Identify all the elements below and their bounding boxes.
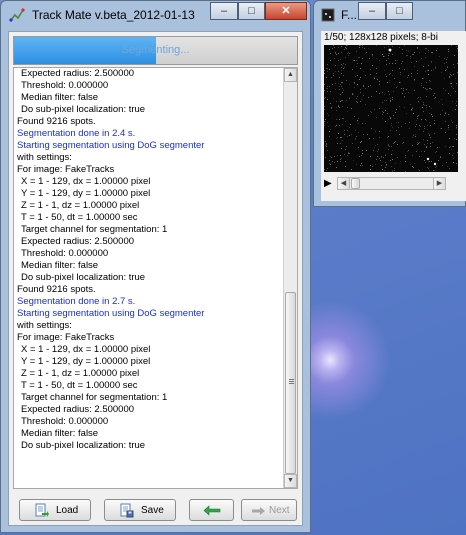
image-minimize-button[interactable]: – bbox=[358, 2, 386, 20]
log-line: Y = 1 - 129, dy = 1.00000 pixel bbox=[21, 356, 151, 367]
image-panel: 1/50; 128x128 pixels; 8-bi ▶ ◀ ▶ bbox=[321, 31, 466, 201]
frame-scrollbar[interactable]: ◀ ▶ bbox=[337, 177, 446, 190]
log-line: X = 1 - 129, dx = 1.00000 pixel bbox=[21, 344, 151, 355]
right-arrow-icon bbox=[252, 507, 265, 515]
log-line: Z = 1 - 1, dz = 1.00000 pixel bbox=[21, 368, 140, 379]
log-line: Do sub-pixel localization: true bbox=[21, 104, 146, 115]
next-button[interactable]: Next bbox=[241, 499, 297, 521]
maximize-button[interactable]: □ bbox=[238, 2, 265, 20]
log-line: Threshold: 0.000000 bbox=[21, 80, 109, 91]
save-icon bbox=[120, 503, 134, 518]
load-label: Load bbox=[56, 505, 79, 516]
log-line: with settings: bbox=[17, 320, 72, 331]
load-icon bbox=[35, 503, 49, 517]
log-line: X = 1 - 129, dx = 1.00000 pixel bbox=[21, 176, 151, 187]
title-bar[interactable]: Track Mate v.beta_2012-01-13 – □ ✕ bbox=[1, 1, 310, 31]
log-line: Z = 1 - 1, dz = 1.00000 pixel bbox=[21, 200, 140, 211]
close-button[interactable]: ✕ bbox=[265, 2, 307, 20]
log-line: Y = 1 - 129, dy = 1.00000 pixel bbox=[21, 188, 151, 199]
scroll-up-arrow-icon[interactable]: ▲ bbox=[284, 68, 297, 82]
log-line: Threshold: 0.000000 bbox=[21, 248, 109, 259]
window-title: Track Mate v.beta_2012-01-13 bbox=[32, 8, 195, 22]
log-lines: Expected radius: 2.500000 Threshold: 0.00… bbox=[17, 68, 279, 452]
log-line: Do sub-pixel localization: true bbox=[21, 272, 146, 283]
progress-bar: Segmenting... bbox=[13, 36, 298, 65]
log-vertical-scrollbar[interactable]: ▲ ▼ bbox=[283, 68, 297, 488]
main-panel: Segmenting... Expected radius: 2.500000 T… bbox=[8, 31, 303, 526]
log-line: Target channel for segmentation: 1 bbox=[21, 224, 168, 235]
log-line: Expected radius: 2.500000 bbox=[21, 68, 135, 79]
image-window-title: F... bbox=[341, 8, 358, 22]
scroll-thumb[interactable] bbox=[285, 292, 296, 474]
log-line: For image: FakeTracks bbox=[17, 164, 115, 175]
log-line: For image: FakeTracks bbox=[17, 332, 115, 343]
log-line: Do sub-pixel localization: true bbox=[21, 440, 146, 451]
log-line: Threshold: 0.000000 bbox=[21, 416, 109, 427]
play-icon[interactable]: ▶ bbox=[324, 178, 332, 189]
log-line: Median filter: false bbox=[21, 428, 99, 439]
log-line: Starting segmentation using DoG segmente… bbox=[17, 140, 205, 151]
imagej-app-icon bbox=[321, 8, 335, 22]
trackmate-window: Track Mate v.beta_2012-01-13 – □ ✕ Segme… bbox=[0, 0, 311, 533]
image-info: 1/50; 128x128 pixels; 8-bi bbox=[324, 32, 438, 43]
trackmate-app-icon bbox=[9, 8, 25, 22]
image-maximize-button[interactable]: □ bbox=[386, 2, 413, 20]
back-button[interactable] bbox=[189, 499, 234, 521]
save-label: Save bbox=[141, 505, 164, 516]
log-line: with settings: bbox=[17, 152, 72, 163]
scroll-right-arrow-icon[interactable]: ▶ bbox=[433, 177, 446, 190]
frame-scroll-thumb[interactable] bbox=[351, 178, 360, 189]
progress-text: Segmenting... bbox=[121, 44, 190, 56]
scroll-down-arrow-icon[interactable]: ▼ bbox=[284, 474, 297, 488]
log-line: Target channel for segmentation: 1 bbox=[21, 392, 168, 403]
image-canvas[interactable] bbox=[324, 45, 458, 172]
image-window: F... – □ 1/50; 128x128 pixels; 8-bi ▶ ◀ … bbox=[313, 0, 466, 207]
log-line: T = 1 - 50, dt = 1.00000 sec bbox=[21, 212, 138, 223]
log-line: Segmentation done in 2.4 s. bbox=[17, 128, 136, 139]
log-panel[interactable]: Expected radius: 2.500000 Threshold: 0.00… bbox=[13, 67, 298, 489]
noise-image bbox=[324, 45, 458, 172]
log-line: Found 9216 spots. bbox=[17, 284, 96, 295]
scroll-left-arrow-icon[interactable]: ◀ bbox=[337, 177, 350, 190]
log-line: Median filter: false bbox=[21, 260, 99, 271]
log-line: Expected radius: 2.500000 bbox=[21, 404, 135, 415]
log-line: Found 9216 spots. bbox=[17, 116, 96, 127]
load-button[interactable]: Load bbox=[19, 499, 91, 521]
log-line: Segmentation done in 2.7 s. bbox=[17, 296, 136, 307]
next-label: Next bbox=[269, 505, 290, 516]
log-line: Starting segmentation using DoG segmente… bbox=[17, 308, 205, 319]
minimize-button[interactable]: – bbox=[210, 2, 238, 20]
save-button[interactable]: Save bbox=[104, 499, 176, 521]
log-line: Expected radius: 2.500000 bbox=[21, 236, 135, 247]
green-left-arrow-icon bbox=[203, 505, 221, 516]
log-line: Median filter: false bbox=[21, 92, 99, 103]
log-line: T = 1 - 50, dt = 1.00000 sec bbox=[21, 380, 138, 391]
